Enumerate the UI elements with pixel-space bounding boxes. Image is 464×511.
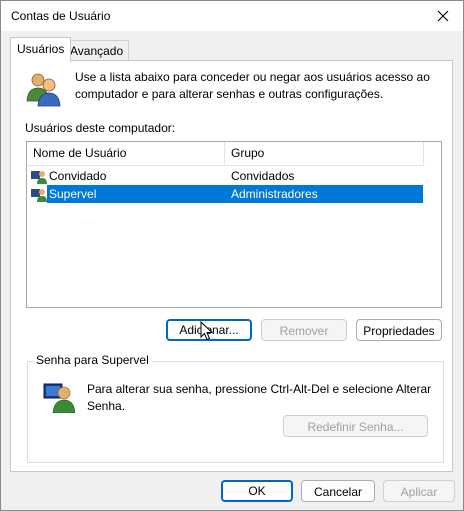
users-icon — [26, 73, 61, 107]
column-divider[interactable] — [423, 142, 424, 165]
list-item[interactable]: Supervel Administradores — [27, 185, 423, 203]
tab-panel-usuarios: Use a lista abaixo para conceder ou nega… — [10, 60, 453, 472]
user-icon — [31, 171, 47, 184]
remove-button[interactable]: Remover — [261, 319, 347, 341]
user-group: Convidados — [231, 169, 295, 183]
tab-avancado[interactable]: Avançado — [64, 40, 130, 60]
password-group-label: Senha para Supervel — [33, 353, 152, 367]
cancel-button[interactable]: Cancelar — [301, 480, 375, 502]
user-password-icon — [43, 383, 75, 413]
user-accounts-dialog: Contas de Usuário Usuários Avançado Use … — [0, 0, 464, 511]
user-name: Convidado — [49, 169, 107, 183]
apply-button[interactable]: Aplicar — [383, 480, 455, 502]
column-header-group[interactable]: Grupo — [231, 146, 264, 160]
close-button[interactable] — [423, 1, 463, 31]
ok-button[interactable]: OK — [221, 480, 293, 502]
intro-text: Use a lista abaixo para conceder ou nega… — [75, 70, 430, 101]
properties-button[interactable]: Propriedades — [356, 319, 442, 341]
column-divider[interactable] — [224, 142, 225, 165]
tab-usuarios[interactable]: Usuários — [10, 37, 72, 62]
close-icon — [437, 10, 449, 22]
list-header: Nome de Usuário Grupo — [27, 142, 425, 166]
user-name: Supervel — [49, 187, 97, 201]
title-bar[interactable]: Contas de Usuário — [1, 1, 463, 31]
column-header-username[interactable]: Nome de Usuário — [33, 146, 126, 160]
users-list[interactable]: Nome de Usuário Grupo Convidado Convidad… — [26, 141, 442, 308]
user-icon — [31, 189, 47, 202]
password-instruction-text: Para alterar sua senha, pressione Ctrl-A… — [87, 382, 432, 413]
user-group: Administradores — [231, 187, 318, 201]
window-title: Contas de Usuário — [11, 9, 111, 23]
mouse-cursor-icon — [200, 321, 214, 341]
reset-password-button[interactable]: Redefinir Senha... — [283, 415, 428, 437]
list-item[interactable]: Convidado Convidados — [27, 167, 423, 185]
users-list-label: Usuários deste computador: — [25, 121, 176, 135]
